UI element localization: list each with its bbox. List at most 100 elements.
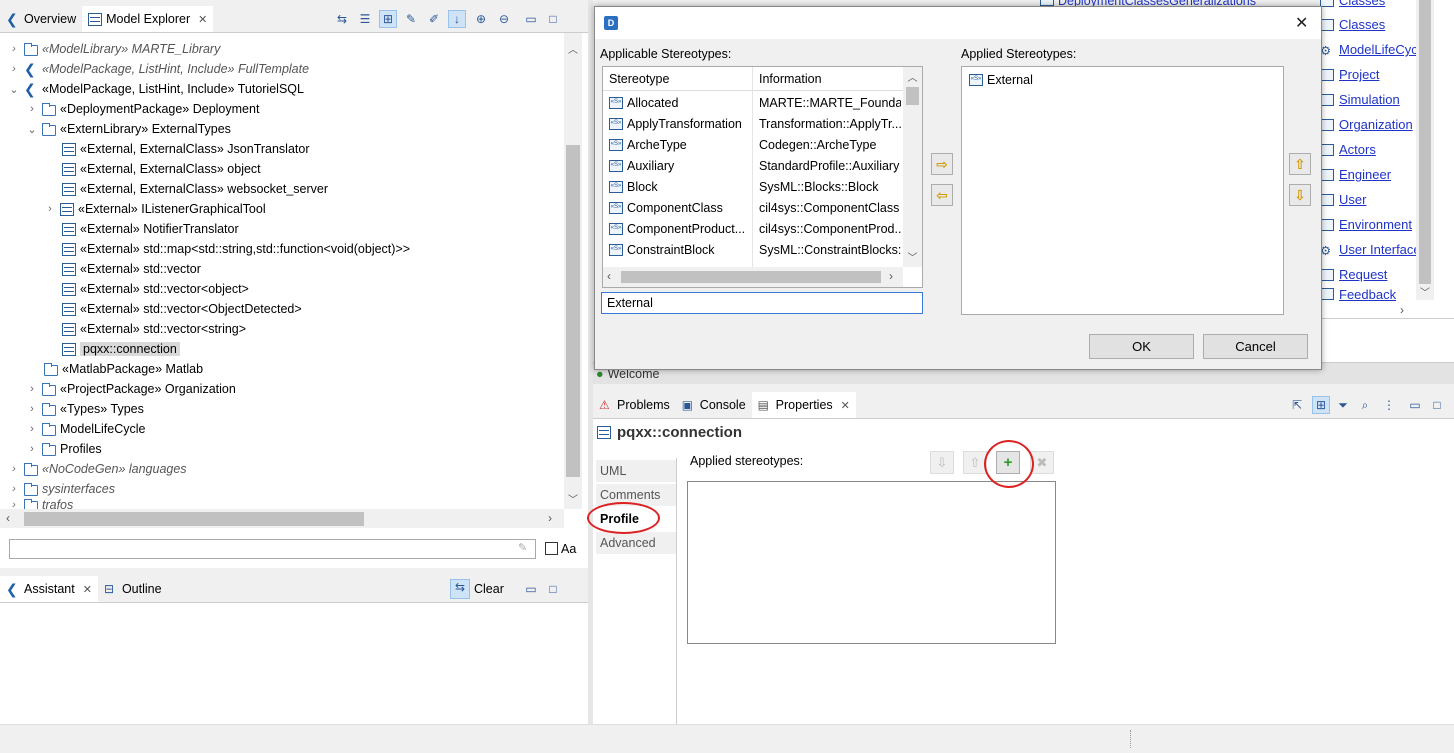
tree-view-icon[interactable]: ⊞ [379,10,397,28]
close-icon[interactable]: ✕ [83,583,92,596]
scrollbar-thumb[interactable] [1419,0,1431,284]
table-row[interactable]: «S» ConstraintBlock SysML::ConstraintBlock… [609,239,901,260]
sort-alpha-icon[interactable]: ↓ [448,10,466,28]
filter-icon[interactable]: ⏷ [1334,396,1352,414]
link-item[interactable]: Project [1320,62,1379,87]
move-up-button[interactable]: ⇧ [1289,153,1311,175]
tab-assistant[interactable]: ❮ Assistant ✕ [0,576,98,602]
side-tab-uml[interactable]: UML [596,460,676,482]
minimize-icon[interactable]: ▭ [522,580,540,598]
remove-from-applied-button[interactable]: ⇦ [931,184,953,206]
tree-item[interactable]: › «External» IListenerGraphicalTool [44,199,265,219]
tree-item[interactable]: «External» std::vector [62,259,201,279]
scroll-up-icon[interactable]: ︿ [564,41,582,56]
tree-item[interactable]: ⌄ «ExternLibrary» ExternalTypes [26,119,231,139]
vertical-scrollbar[interactable]: ︿ ﹀ [564,33,582,509]
edit-icon[interactable]: ✎ [402,10,420,28]
chevron-right-icon[interactable]: › [26,383,38,395]
scrollbar-thumb[interactable] [621,271,881,283]
table-row[interactable]: «S» Allocated MARTE::MARTE_Foundat... [609,92,901,113]
link-with-editor-icon[interactable]: ⇆ [333,10,351,28]
tree-item[interactable]: «External, ExternalClass» object [62,159,261,179]
scroll-down-icon[interactable]: ﹀ [1416,284,1434,299]
close-dialog-button[interactable]: ✕ [1295,13,1308,33]
clear-filter-icon[interactable]: ✎ [518,541,527,554]
link-item[interactable]: Simulation [1320,87,1400,112]
close-icon[interactable]: ✕ [198,13,207,26]
pin-icon[interactable]: ⇱ [1288,396,1306,414]
chevron-down-icon[interactable]: ⌄ [26,123,38,136]
scroll-left-icon[interactable]: ‹ [6,511,10,525]
move-down-button[interactable]: ⇩ [930,451,954,474]
link-item[interactable]: ⚙ ModelLifeCyc [1320,37,1418,62]
chevron-right-icon[interactable]: › [26,443,38,455]
minimize-icon[interactable]: ▭ [522,10,540,28]
tree-item[interactable]: › ModelLifeCycle [26,419,145,439]
tree-item[interactable]: › «ModelLibrary» MARTE_Library [8,39,220,59]
chevron-right-icon[interactable]: › [44,203,56,215]
column-header-information[interactable]: Information [759,72,822,86]
horizontal-scrollbar[interactable]: ‹ › [603,267,903,287]
list-icon[interactable]: ☰ [356,10,374,28]
chevron-right-icon[interactable]: › [26,103,38,115]
link-item[interactable]: Actors [1320,137,1376,162]
scroll-right-icon[interactable]: › [889,269,893,283]
tree-item[interactable]: › «NoCodeGen» languages [8,459,186,479]
tab-problems[interactable]: ⚠ Problems [593,392,676,418]
tab-properties[interactable]: ▤ Properties ✕ [751,392,856,418]
scroll-up-icon[interactable]: ︿ [903,69,922,84]
table-row[interactable]: «S» ComponentProduct... cil4sys::Component… [609,218,901,239]
tree-item[interactable]: › Profiles [26,439,102,459]
view-menu-icon[interactable]: ⋮ [1380,396,1398,414]
scroll-down-icon[interactable]: ﹀ [564,491,582,506]
collapse-all-icon[interactable]: ⊖ [495,10,513,28]
stereotype-filter-input[interactable] [601,292,923,314]
table-row[interactable]: «S» ArcheType Codegen::ArcheType [609,134,901,155]
table-row[interactable]: «S» Block SysML::Blocks::Block [609,176,901,197]
tree-item[interactable]: «MatlabPackage» Matlab [44,359,203,379]
tree-item-selected[interactable]: pqxx::connection [62,339,180,359]
tree-item[interactable]: › «ProjectPackage» Organization [26,379,236,399]
applied-stereotypes-list[interactable] [687,481,1056,644]
chevron-right-icon[interactable]: › [8,63,20,75]
chevron-right-icon[interactable]: › [8,483,20,495]
chevron-right-icon[interactable]: › [8,463,20,475]
tab-model-explorer[interactable]: Model Explorer ✕ [82,6,214,32]
tree-item[interactable]: › «Types» Types [26,399,144,419]
chevron-right-icon[interactable]: › [26,423,38,435]
link-item[interactable]: Feedback [1320,287,1396,301]
link-item[interactable]: Engineer [1320,162,1391,187]
link-item[interactable]: Request [1320,262,1387,287]
ok-button[interactable]: OK [1089,334,1194,359]
maximize-icon[interactable]: □ [544,580,562,598]
close-icon[interactable]: ✕ [841,399,850,412]
tree-item[interactable]: «External, ExternalClass» JsonTranslator [62,139,310,159]
chevron-down-icon[interactable]: ⌄ [8,83,20,96]
tree-item[interactable]: «External» std::map<std::string,std::fun… [62,239,410,259]
expand-all-icon[interactable]: ⊕ [472,10,490,28]
tree-item[interactable]: ⌄ ❮ «ModelPackage, ListHint, Include» Tuto… [8,79,304,99]
maximize-icon[interactable]: □ [544,10,562,28]
link-item[interactable]: Classes [1320,12,1385,37]
applicable-stereotypes-table[interactable]: Stereotype Information «S» Allocated MARTE… [602,66,923,288]
tab-outline[interactable]: ⊟ Outline [98,576,168,602]
chevron-right-icon[interactable]: › [8,43,20,55]
side-tab-advanced[interactable]: Advanced [596,532,676,554]
list-item[interactable]: «S» External [969,69,1033,90]
maximize-icon[interactable]: □ [1428,396,1446,414]
table-row[interactable]: «S» Auxiliary StandardProfile::Auxiliary [609,155,901,176]
tree-view-icon[interactable]: ⊞ [1312,396,1330,414]
link-item[interactable]: User [1320,187,1366,212]
tree-item[interactable]: «External» std::vector<object> [62,279,249,299]
move-down-button[interactable]: ⇩ [1289,184,1311,206]
scroll-down-icon[interactable]: ﹀ [903,249,922,264]
column-header-stereotype[interactable]: Stereotype [609,72,669,86]
horizontal-scrollbar[interactable]: ‹ › [0,509,564,528]
tree-item[interactable]: › sysinterfaces [8,479,115,499]
tab-overview[interactable]: ❮ Overview [0,6,82,32]
scrollbar-thumb[interactable] [566,145,580,477]
tree-item[interactable]: «External, ExternalClass» websocket_serv… [62,179,328,199]
link-item[interactable]: Organization [1320,112,1413,137]
tab-console[interactable]: ▣ Console [676,392,752,418]
tree-item[interactable]: › «DeploymentPackage» Deployment [26,99,259,119]
